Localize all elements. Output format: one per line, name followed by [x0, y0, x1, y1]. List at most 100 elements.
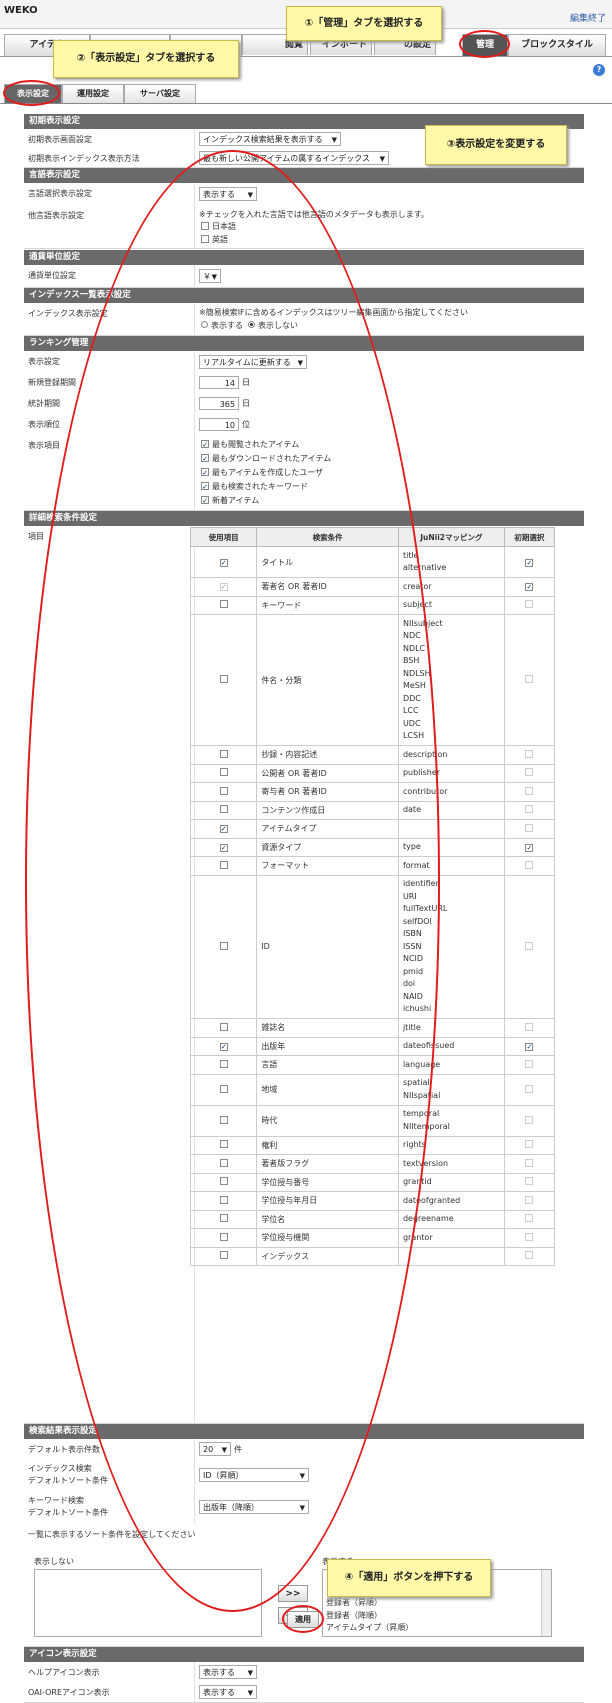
initial-checkbox[interactable]: [525, 1140, 534, 1149]
row-label: キーワード検索: [28, 1496, 84, 1505]
initial-cell: [503, 819, 556, 839]
initial-checkbox[interactable]: ✓: [525, 583, 534, 592]
initial-cell: [503, 1104, 556, 1137]
row-label: 言語選択表示設定: [28, 189, 92, 198]
help-icon[interactable]: ?: [593, 64, 605, 76]
annotation-circle-apply: [282, 1605, 324, 1633]
initial-checkbox[interactable]: [525, 1195, 534, 1204]
oai-icon-select[interactable]: 表示する ▼: [199, 1685, 257, 1699]
select-value: 表示する: [203, 1688, 235, 1697]
initial-cell: [503, 745, 556, 765]
initial-cell: [503, 1154, 556, 1174]
initial-cell: [503, 1191, 556, 1211]
scrollbar[interactable]: [541, 1570, 551, 1636]
initial-cell: ✓: [503, 1036, 556, 1056]
row-label: 初期表示インデックス表示方法: [28, 154, 140, 163]
initial-checkbox[interactable]: [525, 1022, 534, 1031]
edit-end-link[interactable]: 編集終了: [570, 11, 606, 24]
select-value: 表示する: [203, 1668, 235, 1677]
initial-cell: [503, 1073, 556, 1106]
initial-checkbox[interactable]: [525, 768, 534, 777]
initial-cell: [503, 782, 556, 802]
chevron-down-icon: ▼: [379, 155, 385, 163]
subtab-label: サーバ設定: [140, 89, 180, 98]
row-label: 他言語表示設定: [28, 211, 84, 220]
initial-checkbox[interactable]: [525, 860, 534, 869]
callout-step-3: ③表示設定を変更する: [425, 125, 567, 165]
initial-cell: [503, 763, 556, 783]
initial-checkbox[interactable]: [525, 823, 534, 832]
section-header-icons: アイコン表示設定: [24, 1647, 584, 1662]
callout-step-1: ①「管理」タブを選択する: [286, 6, 442, 41]
annotation-ellipse-settings: [25, 150, 440, 1612]
initial-cell: [503, 1209, 556, 1229]
section-header-language: 言語表示設定: [24, 168, 584, 183]
initial-cell: [503, 856, 556, 876]
initial-cell: [503, 595, 556, 615]
initial-checkbox[interactable]: [525, 1059, 534, 1068]
initial-checkbox[interactable]: [525, 1115, 534, 1124]
row-label: デフォルト表示件数: [28, 1445, 100, 1454]
initial-checkbox[interactable]: ✓: [525, 1042, 534, 1051]
tab-block-style[interactable]: ブロックスタイル: [508, 34, 606, 56]
row-label: デフォルトソート条件: [28, 1508, 108, 1517]
initial-checkbox[interactable]: [525, 675, 534, 683]
row-label: インデックス表示設定: [28, 309, 108, 318]
initial-screen-select[interactable]: インデックス検索結果を表示する ▼: [199, 132, 341, 146]
hidden-list-label: 表示しない: [34, 1557, 74, 1566]
row-label: 新規登録期間: [28, 378, 76, 387]
initial-cell: [503, 1055, 556, 1075]
initial-checkbox[interactable]: [525, 749, 534, 758]
initial-cell: [503, 1246, 556, 1266]
initial-checkbox[interactable]: [525, 786, 534, 795]
initial-cell: ✓: [503, 546, 556, 578]
row-label: デフォルトソート条件: [28, 1476, 108, 1485]
initial-cell: ✓: [503, 837, 556, 857]
list-item[interactable]: アイテムタイプ（昇順）: [326, 1622, 548, 1635]
row-label: OAI-OREアイコン表示: [28, 1688, 110, 1697]
initial-checkbox[interactable]: [525, 1084, 534, 1093]
chevron-down-icon: ▼: [247, 1689, 253, 1697]
row-label: ヘルプアイコン表示: [28, 1668, 100, 1677]
mapping-cell: [397, 1246, 505, 1266]
initial-checkbox[interactable]: [525, 805, 534, 814]
row-label: 初期表示画面設定: [28, 135, 92, 144]
initial-checkbox[interactable]: [525, 1158, 534, 1167]
initial-checkbox[interactable]: [525, 1177, 534, 1186]
annotation-circle-admin: [459, 30, 510, 58]
initial-cell: [503, 1135, 556, 1155]
tab-import-label: インポート: [321, 40, 367, 50]
site-title: WEKO: [4, 5, 38, 16]
row-label: 通貨単位設定: [28, 271, 76, 280]
initial-cell: [503, 1018, 556, 1038]
column-header: 初期選択: [503, 527, 556, 547]
subtab-label: 運用設定: [77, 89, 109, 98]
initial-cell: [503, 874, 556, 1019]
list-item[interactable]: 登録者（昇順）: [326, 1597, 548, 1610]
row-label: 表示項目: [28, 441, 60, 450]
sub-tab-bar: 表示設定 運用設定 サーバ設定: [0, 84, 612, 104]
initial-checkbox[interactable]: ✓: [525, 843, 534, 852]
initial-checkbox[interactable]: [525, 941, 534, 950]
callout-step-4: ④「適用」ボタンを押下する: [327, 1559, 491, 1597]
row-help-icon: ヘルプアイコン表示 表示する ▼: [24, 1662, 584, 1683]
row-oai-icon: OAI-OREアイコン表示 表示する ▼: [24, 1682, 584, 1703]
tab-block-style-label: ブロックスタイル: [521, 40, 593, 50]
initial-cell: [503, 1172, 556, 1192]
chevron-down-icon: ▼: [331, 136, 337, 144]
subtab-server-settings[interactable]: サーバ設定: [124, 84, 196, 103]
initial-checkbox[interactable]: [525, 1214, 534, 1223]
initial-checkbox[interactable]: ✓: [525, 558, 534, 567]
initial-checkbox[interactable]: [525, 600, 534, 609]
row-label: 表示設定: [28, 357, 60, 366]
initial-cell: [503, 614, 556, 746]
row-label: インデックス検索: [28, 1464, 92, 1473]
initial-cell: [503, 1228, 556, 1248]
help-icon-select[interactable]: 表示する ▼: [199, 1665, 257, 1679]
subtab-operation-settings[interactable]: 運用設定: [62, 84, 124, 103]
list-item[interactable]: 登録者（降順）: [326, 1610, 548, 1623]
initial-checkbox[interactable]: [525, 1232, 534, 1241]
initial-checkbox[interactable]: [525, 1251, 534, 1260]
callout-step-2: ②「表示設定」タブを選択する: [53, 40, 239, 78]
tab-browse-label: 閲覧: [284, 40, 303, 50]
